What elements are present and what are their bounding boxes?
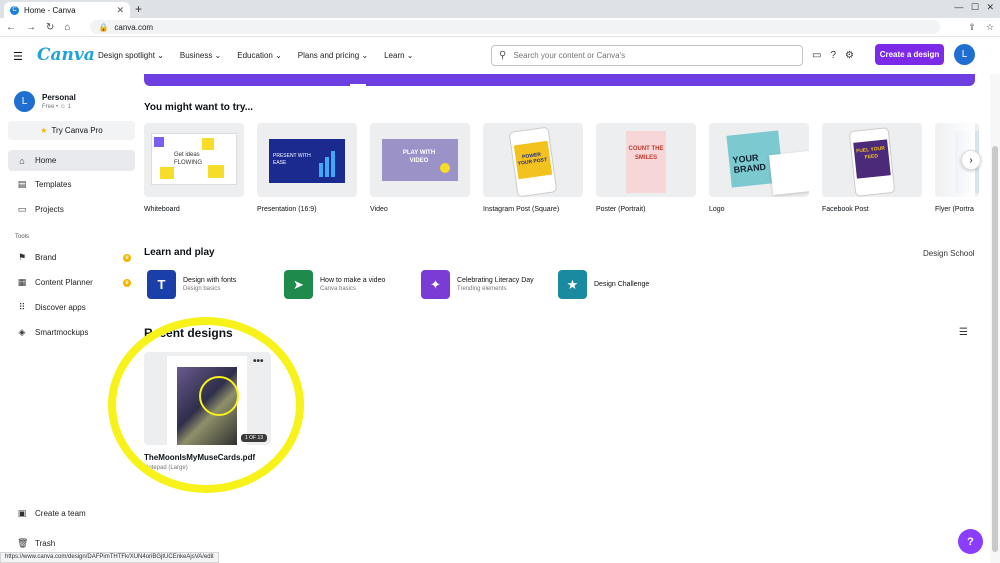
sidebar: L Personal Free • ☺ 1 ★ Try Canva Pro ⌂ …	[0, 74, 142, 563]
nav-learn[interactable]: Learn ⌄	[384, 51, 413, 60]
scrollbar-thumb[interactable]	[992, 146, 998, 552]
suggestion-poster[interactable]: COUNT THE SMILES Poster (Portrait)	[596, 123, 696, 213]
menu-icon[interactable]: ☰	[13, 50, 23, 63]
lock-icon: 🔒	[98, 22, 109, 32]
team-icon: ▣	[17, 508, 27, 518]
sidebar-item-brand[interactable]: ⚑ Brand ♛	[8, 247, 135, 268]
whiteboard-thumbnail: Get ideas FLOWING	[144, 123, 244, 197]
sidebar-item-trash[interactable]: 🗑 Trash	[8, 533, 135, 554]
brand-icon: ⚑	[17, 252, 27, 262]
mockups-icon: ◈	[18, 327, 26, 337]
home-browser-icon[interactable]: ⌂	[64, 22, 70, 33]
url-text: canva.com	[114, 22, 154, 32]
try-heading: You might want to try...	[144, 102, 254, 113]
address-bar: ← → ↻ ⌂ 🔒 canva.com ⇪ ☆	[0, 18, 1000, 37]
sidebar-item-smartmockups[interactable]: ◈ Smartmockups	[8, 322, 135, 343]
sidebar-item-projects[interactable]: ▭ Projects	[8, 199, 135, 220]
suggestion-instagram-post[interactable]: POWER YOUR POST Instagram Post (Square)	[483, 123, 583, 213]
video-thumbnail: PLAY WITH VIDEO	[370, 123, 470, 197]
profile-name: Personal	[42, 93, 76, 102]
create-design-button[interactable]: Create a design	[875, 44, 944, 65]
sidebar-item-content-planner[interactable]: ▦ Content Planner ♛	[8, 272, 135, 293]
star-icon: ★	[40, 126, 48, 135]
canva-header: ☰ Canva Design spotlight ⌄ Business ⌄ Ed…	[0, 38, 1000, 74]
instagram-thumbnail: POWER YOUR POST	[483, 123, 583, 197]
crown-icon: ♛	[123, 253, 131, 262]
nav-education[interactable]: Education ⌄	[237, 51, 282, 60]
folder-icon: ▭	[17, 204, 27, 214]
suggestion-whiteboard[interactable]: Get ideas FLOWING Whiteboard	[144, 123, 244, 213]
create-team-button[interactable]: ▣ Create a team	[8, 503, 135, 524]
logo-thumbnail: YOUR BRAND	[709, 123, 809, 197]
design-school-link[interactable]: Design School	[923, 249, 975, 258]
paper-plane-icon: ➤	[284, 270, 313, 299]
templates-icon: ▤	[17, 179, 27, 189]
tab-title: Home - Canva	[24, 5, 76, 15]
profile-plan: Free • ☺ 1	[42, 104, 71, 110]
search-input[interactable]	[513, 51, 794, 60]
top-nav: Design spotlight ⌄ Business ⌄ Education …	[98, 51, 430, 60]
profile-switcher[interactable]: L Personal Free • ☺ 1	[14, 91, 76, 112]
suggestion-video[interactable]: PLAY WITH VIDEO Video	[370, 123, 470, 213]
learn-item[interactable]: ★ Design Challenge	[558, 270, 695, 299]
canva-logo[interactable]: Canva	[37, 45, 95, 65]
url-field[interactable]: 🔒 canva.com	[90, 20, 941, 34]
help-circle-icon[interactable]: ?	[830, 50, 836, 61]
category-banner[interactable]	[144, 74, 975, 86]
cursor-highlight-circle	[199, 376, 239, 416]
nav-business[interactable]: Business ⌄	[180, 51, 221, 60]
search-icon: ⚲	[499, 50, 507, 61]
learn-item[interactable]: ➤ How to make a video Canva basics	[284, 270, 421, 299]
sparkle-icon: ✦	[421, 270, 450, 299]
chevron-right-icon: ›	[969, 154, 973, 166]
learn-item[interactable]: ✦ Celebrating Literacy Day Trending eleme…	[421, 270, 558, 299]
reload-icon[interactable]: ↻	[46, 22, 54, 33]
try-pro-button[interactable]: ★ Try Canva Pro	[8, 121, 135, 140]
new-tab-icon[interactable]: +	[135, 2, 142, 16]
browser-tab[interactable]: C Home - Canva ✕	[4, 2, 130, 18]
nav-plans-pricing[interactable]: Plans and pricing ⌄	[298, 51, 368, 60]
canva-favicon-icon: C	[10, 5, 19, 15]
learn-item[interactable]: T Design with fonts Design basics	[147, 270, 284, 299]
suggestion-presentation[interactable]: PRESENT WITH EASE Presentation (16:9)	[257, 123, 357, 213]
gear-icon[interactable]: ⚙	[845, 50, 854, 61]
sidebar-item-discover-apps[interactable]: ⠿ Discover apps	[8, 297, 135, 318]
banner-active-indicator	[350, 84, 366, 86]
learn-list: T Design with fonts Design basics ➤ How t…	[147, 270, 695, 299]
avatar[interactable]: L	[954, 44, 975, 65]
close-tab-icon[interactable]: ✕	[116, 5, 124, 16]
sidebar-item-home[interactable]: ⌂ Home	[8, 150, 135, 171]
presentation-thumbnail: PRESENT WITH EASE	[257, 123, 357, 197]
browser-tab-bar: C Home - Canva ✕ + — ☐ ✕	[0, 0, 1000, 18]
suggestion-facebook-post[interactable]: FUEL YOUR FEED Facebook Post	[822, 123, 922, 213]
apps-icon: ⠿	[18, 302, 26, 312]
suggestion-logo[interactable]: YOUR BRAND Logo	[709, 123, 809, 213]
learn-heading: Learn and play	[144, 247, 215, 258]
trophy-icon: ★	[558, 270, 587, 299]
back-icon[interactable]: ←	[6, 22, 16, 33]
facebook-thumbnail: FUEL YOUR FEED	[822, 123, 922, 197]
bookmark-star-icon[interactable]: ☆	[986, 22, 994, 33]
forward-icon[interactable]: →	[26, 22, 36, 33]
status-bar-url: https://www.canva.com/design/DAFPimTHTFk…	[0, 552, 219, 563]
window-controls[interactable]: — ☐ ✕	[954, 2, 994, 13]
sidebar-item-templates[interactable]: ▤ Templates	[8, 174, 135, 195]
calendar-icon: ▦	[17, 277, 27, 287]
share-icon[interactable]: ⇪	[968, 22, 976, 33]
crown-icon: ♛	[123, 278, 131, 287]
poster-thumbnail: COUNT THE SMILES	[596, 123, 696, 197]
carousel-next-button[interactable]: ›	[961, 150, 981, 170]
desktop-app-icon[interactable]: ▭	[812, 50, 821, 61]
tools-heading: Tools	[15, 234, 30, 240]
suggestions-carousel: Get ideas FLOWING Whiteboard PRESENT WIT…	[144, 123, 979, 213]
trash-icon: 🗑	[17, 538, 29, 548]
list-view-icon[interactable]: ☰	[959, 327, 968, 338]
search-box[interactable]: ⚲	[491, 45, 803, 66]
nav-design-spotlight[interactable]: Design spotlight ⌄	[98, 51, 164, 60]
help-button[interactable]: ?	[958, 529, 983, 554]
home-icon: ⌂	[19, 155, 25, 166]
fonts-icon: T	[147, 270, 176, 299]
profile-avatar: L	[14, 91, 35, 112]
